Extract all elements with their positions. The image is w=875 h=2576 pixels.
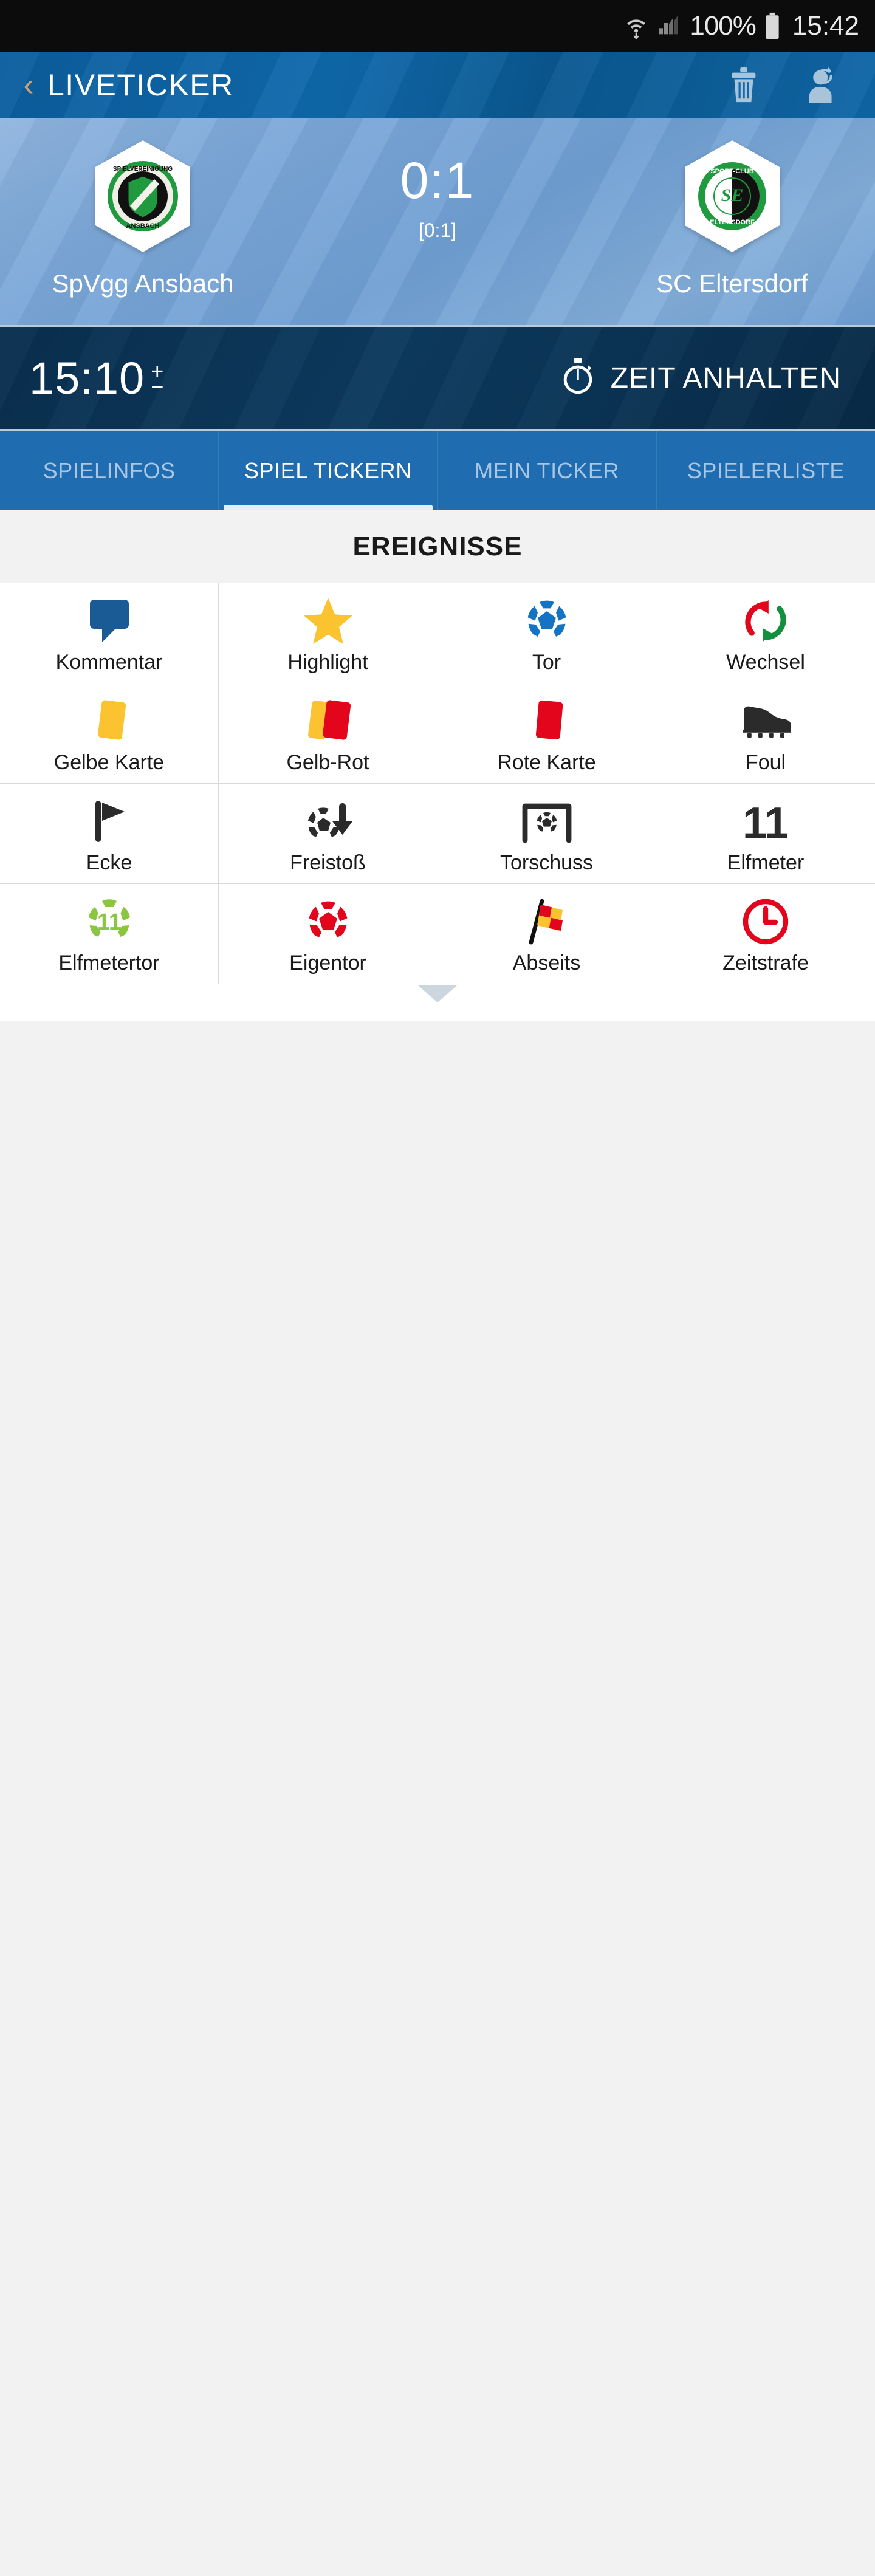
tab-spielerliste[interactable]: SPIELERLISTE — [657, 431, 875, 510]
event-tor[interactable]: Tor — [437, 583, 656, 683]
soccer-ball-red-icon — [304, 896, 352, 948]
trash-icon[interactable] — [723, 64, 764, 106]
event-kommentar[interactable]: Kommentar — [0, 583, 219, 683]
event-eigentor-label: Eigentor — [289, 951, 366, 975]
match-clock-value: 15:10 — [29, 353, 145, 403]
tab-spiel-tickern-label: SPIEL TICKERN — [244, 458, 412, 483]
event-freistoss[interactable]: Freistoß — [219, 784, 437, 884]
star-icon — [303, 595, 354, 647]
tab-spielinfos-label: SPIELINFOS — [43, 458, 176, 483]
svg-text:ANSBACH: ANSBACH — [126, 222, 160, 230]
scroll-hint — [0, 984, 875, 1021]
event-gelbe-karte-label: Gelbe Karte — [53, 750, 165, 774]
score-block: 0:1 [0:1] — [286, 118, 589, 242]
svg-text:ELTERSDORF: ELTERSDORF — [710, 219, 755, 226]
stop-time-button[interactable]: ZEIT ANHALTEN — [561, 358, 841, 399]
page-footer — [0, 1021, 875, 2576]
event-elfmetertor[interactable]: 11 Elfmetertor — [0, 884, 219, 984]
clock-adjust-stepper[interactable]: + − — [151, 360, 164, 397]
back-chevron-icon[interactable]: ‹ — [15, 69, 43, 101]
battery-percent-label: 100% — [690, 10, 757, 41]
stopwatch-icon — [561, 358, 595, 399]
event-torschuss[interactable]: Torschuss — [437, 784, 656, 884]
offside-flag-icon — [521, 896, 572, 948]
tab-spielinfos[interactable]: SPIELINFOS — [0, 431, 219, 510]
cellular-signal-icon — [657, 13, 681, 39]
event-torschuss-label: Torschuss — [499, 851, 594, 874]
tab-mein-ticker[interactable]: MEIN TICKER — [438, 431, 657, 510]
svg-text:SPORT-CLUB: SPORT-CLUB — [710, 168, 754, 175]
event-tor-label: Tor — [532, 650, 561, 674]
event-gelbe-karte[interactable]: Gelbe Karte — [0, 683, 219, 784]
header-actions — [723, 64, 860, 106]
svg-text:SPIELVEREINIGUNG: SPIELVEREINIGUNG — [113, 166, 173, 173]
event-elfmeter-label: Elfmeter — [727, 851, 805, 874]
event-rote-karte[interactable]: Rote Karte — [437, 683, 656, 784]
user-refresh-icon[interactable] — [803, 64, 845, 106]
event-wechsel[interactable]: Wechsel — [656, 583, 875, 683]
home-team[interactable]: SPIELVEREINIGUNG ANSBACH SpVgg Ansbach — [0, 118, 286, 298]
football-boot-icon — [739, 695, 792, 747]
score-current: 0:1 — [400, 152, 475, 209]
event-ecke[interactable]: Ecke — [0, 784, 219, 884]
events-section-title: EREIGNISSE — [0, 510, 875, 583]
red-card-icon — [524, 695, 570, 747]
app-header: ‹ LIVETICKER — [0, 52, 875, 118]
event-gelb-rot-label: Gelb-Rot — [286, 750, 369, 774]
svg-text:11: 11 — [97, 909, 121, 935]
status-bar-clock: 15:42 — [792, 10, 859, 41]
event-kommentar-label: Kommentar — [55, 650, 163, 674]
speech-bubble-icon — [85, 595, 134, 647]
stop-time-label: ZEIT ANHALTEN — [610, 362, 841, 394]
yellow-red-card-icon — [303, 695, 354, 747]
event-elfmetertor-label: Elfmetertor — [58, 951, 160, 975]
wifi-icon — [624, 12, 648, 40]
page-title: LIVETICKER — [47, 68, 234, 102]
event-gelb-rot[interactable]: Gelb-Rot — [219, 683, 437, 784]
event-zeitstrafe[interactable]: Zeitstrafe — [656, 884, 875, 984]
svg-text:11: 11 — [743, 799, 789, 845]
event-ecke-label: Ecke — [86, 851, 132, 874]
event-freistoss-label: Freistoß — [290, 851, 366, 874]
chevron-down-icon — [418, 985, 457, 1002]
events-grid: Kommentar Highlight Tor Wechsel Gelbe Ka… — [0, 583, 875, 984]
timer-bar: 15:10 + − ZEIT ANHALTEN — [0, 325, 875, 431]
tab-bar: SPIELINFOS SPIEL TICKERN MEIN TICKER SPI… — [0, 431, 875, 510]
event-zeitstrafe-label: Zeitstrafe — [722, 951, 809, 975]
tab-spielerliste-label: SPIELERLISTE — [687, 458, 845, 483]
status-bar: 100% 15:42 — [0, 0, 875, 52]
tab-spiel-tickern[interactable]: SPIEL TICKERN — [219, 431, 438, 510]
clock-adjust-minus[interactable]: − — [151, 375, 164, 397]
yellow-card-icon — [86, 695, 132, 747]
ball-down-arrow-icon — [303, 795, 354, 848]
goal-with-ball-icon — [519, 795, 575, 848]
eleven-green-ball-icon: 11 — [84, 896, 134, 948]
svg-text:SE: SE — [721, 185, 744, 205]
home-team-name: SpVgg Ansbach — [52, 269, 234, 298]
eleven-number-icon: 11 — [740, 795, 791, 848]
away-team-name: SC Eltersdorf — [656, 269, 808, 298]
event-elfmeter[interactable]: 11 Elfmeter — [656, 784, 875, 884]
event-highlight[interactable]: Highlight — [219, 583, 437, 683]
soccer-ball-blue-icon — [523, 595, 571, 647]
clock-red-icon — [741, 896, 790, 948]
event-abseits-label: Abseits — [512, 951, 581, 975]
event-foul-label: Foul — [745, 750, 786, 774]
event-foul[interactable]: Foul — [656, 683, 875, 784]
corner-flag-icon — [89, 795, 129, 848]
substitution-arrows-icon — [741, 595, 790, 647]
spvgg-ansbach-crest-icon: SPIELVEREINIGUNG ANSBACH — [91, 138, 194, 255]
tab-mein-ticker-label: MEIN TICKER — [475, 458, 620, 483]
event-highlight-label: Highlight — [287, 650, 368, 674]
event-abseits[interactable]: Abseits — [437, 884, 656, 984]
event-rote-karte-label: Rote Karte — [497, 750, 596, 774]
battery-full-icon — [764, 12, 780, 40]
event-eigentor[interactable]: Eigentor — [219, 884, 437, 984]
scoreboard: SPIELVEREINIGUNG ANSBACH SpVgg Ansbach 0… — [0, 118, 875, 325]
sc-eltersdorf-crest-icon: SE SPORT-CLUB ELTERSDORF — [681, 138, 784, 255]
match-clock[interactable]: 15:10 + − — [29, 352, 164, 404]
event-wechsel-label: Wechsel — [726, 650, 805, 674]
score-halftime: [0:1] — [418, 219, 457, 241]
away-team[interactable]: SE SPORT-CLUB ELTERSDORF SC Eltersdorf — [589, 118, 875, 298]
